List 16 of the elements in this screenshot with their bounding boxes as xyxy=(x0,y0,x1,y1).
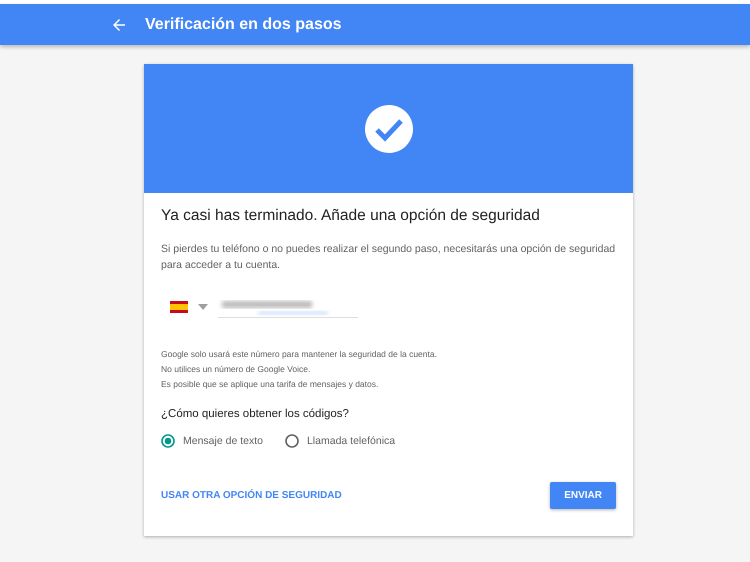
radio-icon[interactable] xyxy=(161,434,175,448)
page-title: Verificación en dos pasos xyxy=(145,16,342,34)
note-text: No utilices un número de Google Voice. xyxy=(161,363,312,375)
flag-icon[interactable] xyxy=(170,300,188,312)
intro-text: Si pierdes tu teléfono o no puedes realizar el segundo paso, necesitarás una opción de seguridad para acceder a tu cuenta. xyxy=(161,242,616,273)
caret-icon[interactable] xyxy=(198,304,208,310)
note-text: Es posible que se aplique una tarifa de mensajes y datos. xyxy=(161,378,380,390)
send-button[interactable]: ENVIAR xyxy=(550,482,616,509)
other-option-link[interactable]: USAR OTRA OPCIÓN DE SEGURIDAD xyxy=(161,490,342,501)
question: ¿Cómo quieres obtener los códigos? xyxy=(161,408,350,420)
radio-option[interactable]: Llamada telefónica xyxy=(284,434,396,448)
heading: Ya casi has terminado. Añade una opción de seguridad xyxy=(161,207,541,225)
radio-icon[interactable] xyxy=(284,434,299,448)
note-text: Google solo usará este número para mantener la seguridad de la cuenta. xyxy=(161,348,438,360)
radio-option[interactable]: Mensaje de texto xyxy=(161,434,263,448)
check-circle-icon xyxy=(364,104,414,154)
